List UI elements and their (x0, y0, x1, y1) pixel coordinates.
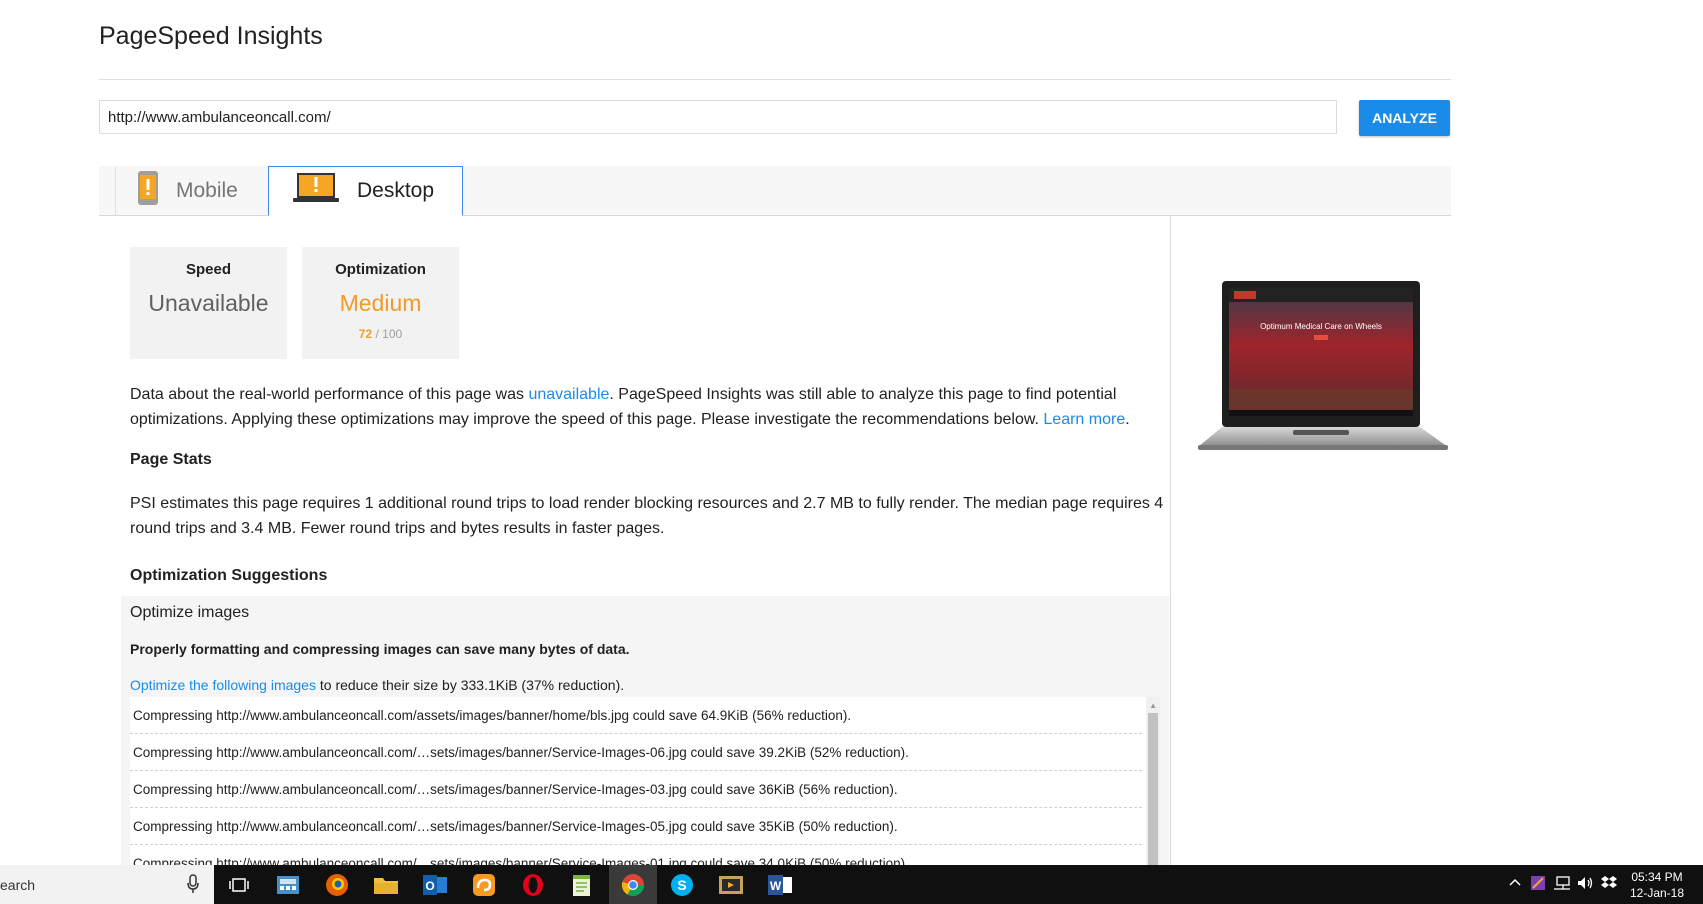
page-stats-text: PSI estimates this page requires 1 addit… (130, 495, 1164, 537)
scroll-thumb[interactable] (1148, 713, 1158, 865)
speed-value: Unavailable (148, 290, 269, 316)
divider (99, 79, 1451, 80)
desktop-screenshot-preview: Optimum Medical Care on Wheels (1198, 279, 1450, 499)
optimization-score: 72 / 100 (302, 327, 459, 341)
page-stats-heading: Page Stats (130, 451, 212, 468)
opera-icon[interactable] (519, 871, 547, 899)
pagespeed-page: PageSpeed Insights ANALYZE Mobile (0, 0, 1703, 865)
network-icon[interactable] (1553, 875, 1571, 894)
optimization-score-card: Optimization Medium 72 / 100 (302, 247, 459, 359)
optimize-images-detail: Optimize the following images to reduce … (130, 677, 624, 693)
optimization-suggestions-heading: Optimization Suggestions (130, 567, 328, 584)
speed-label: Speed (185, 261, 231, 278)
list-item: Compressing http://www.ambulanceoncall.c… (130, 771, 1142, 808)
clock-time: 05:34 PM (1631, 870, 1683, 884)
skype-icon[interactable]: S (668, 871, 696, 899)
page-title: PageSpeed Insights (99, 22, 323, 50)
optimize-images-section: Optimize images Properly formatting and … (121, 596, 1169, 865)
clock-date: 12-Jan-18 (1629, 886, 1685, 900)
svg-text:S: S (677, 877, 686, 893)
optimize-images-summary: Properly formatting and compressing imag… (130, 641, 630, 657)
optimization-value: Medium (339, 290, 422, 316)
unavailable-link[interactable]: unavailable (528, 386, 609, 403)
tab-mobile-label: Mobile (176, 179, 238, 202)
speed-score-card: Speed Unavailable (130, 247, 287, 359)
outlook-icon[interactable]: O (421, 871, 449, 899)
show-hidden-icons-icon[interactable] (1508, 875, 1522, 892)
svg-text:O: O (425, 879, 434, 893)
notepad-plus-icon[interactable] (568, 871, 596, 899)
desc-text-1: Data about the real-world performance of… (130, 386, 529, 403)
optimization-label: Optimization (335, 261, 426, 278)
taskbar-search-text: earch (0, 877, 36, 893)
taskbar-clock[interactable]: 05:34 PM 12-Jan-18 (1622, 869, 1692, 901)
list-item: Compressing http://www.ambulanceoncall.c… (130, 697, 1142, 734)
device-tabs: Mobile Desktop (99, 166, 1451, 216)
learn-more-link[interactable]: Learn more (1043, 411, 1125, 428)
tray-app-icon[interactable] (1530, 875, 1546, 894)
optimization-score-max: / 100 (372, 327, 403, 341)
optimize-images-title[interactable]: Optimize images (130, 604, 249, 622)
optimize-images-link[interactable]: Optimize the following images (130, 677, 316, 693)
svg-text:W: W (770, 879, 782, 893)
field-data-description: Data about the real-world performance of… (130, 382, 1160, 432)
media-app-icon[interactable] (717, 871, 745, 899)
mobile-warning-icon (138, 171, 158, 211)
url-input[interactable] (99, 100, 1337, 134)
optimization-score-number: 72 (358, 327, 373, 341)
taskbar-search[interactable]: earch (0, 865, 214, 904)
desc-text-3: . (1125, 411, 1130, 428)
list-item: Compressing http://www.ambulanceoncall.c… (130, 734, 1142, 771)
chrome-icon[interactable] (619, 871, 647, 899)
tab-desktop-label: Desktop (357, 179, 435, 202)
optimize-images-reduction: to reduce their size by 333.1KiB (37% re… (315, 677, 625, 693)
column-divider (1170, 216, 1171, 865)
microphone-icon[interactable] (186, 874, 200, 899)
calculator-icon[interactable] (274, 871, 302, 899)
dropbox-icon[interactable] (1600, 875, 1618, 894)
uc-browser-icon[interactable] (470, 871, 498, 899)
volume-icon[interactable] (1576, 875, 1594, 894)
list-item: Compressing http://www.ambulanceoncall.c… (130, 808, 1142, 845)
desktop-warning-icon (293, 173, 339, 209)
windows-taskbar: earch O S W 05:34 PM 12-Jan-18 (0, 865, 1703, 904)
scroll-up-icon[interactable]: ▲ (1149, 701, 1157, 710)
task-view-icon[interactable] (225, 871, 253, 899)
tab-mobile[interactable]: Mobile (115, 166, 268, 216)
file-explorer-icon[interactable] (372, 871, 400, 899)
list-scrollbar[interactable]: ▲ (1146, 697, 1160, 865)
image-list: Compressing http://www.ambulanceoncall.c… (130, 697, 1160, 865)
analyze-button[interactable]: ANALYZE (1359, 100, 1450, 136)
word-icon[interactable]: W (766, 871, 794, 899)
firefox-icon[interactable] (323, 871, 351, 899)
svg-text:Optimum Medical Care on Wheels: Optimum Medical Care on Wheels (1260, 322, 1382, 331)
tab-desktop[interactable]: Desktop (268, 166, 463, 216)
list-item: Compressing http://www.ambulanceoncall.c… (130, 845, 1142, 865)
